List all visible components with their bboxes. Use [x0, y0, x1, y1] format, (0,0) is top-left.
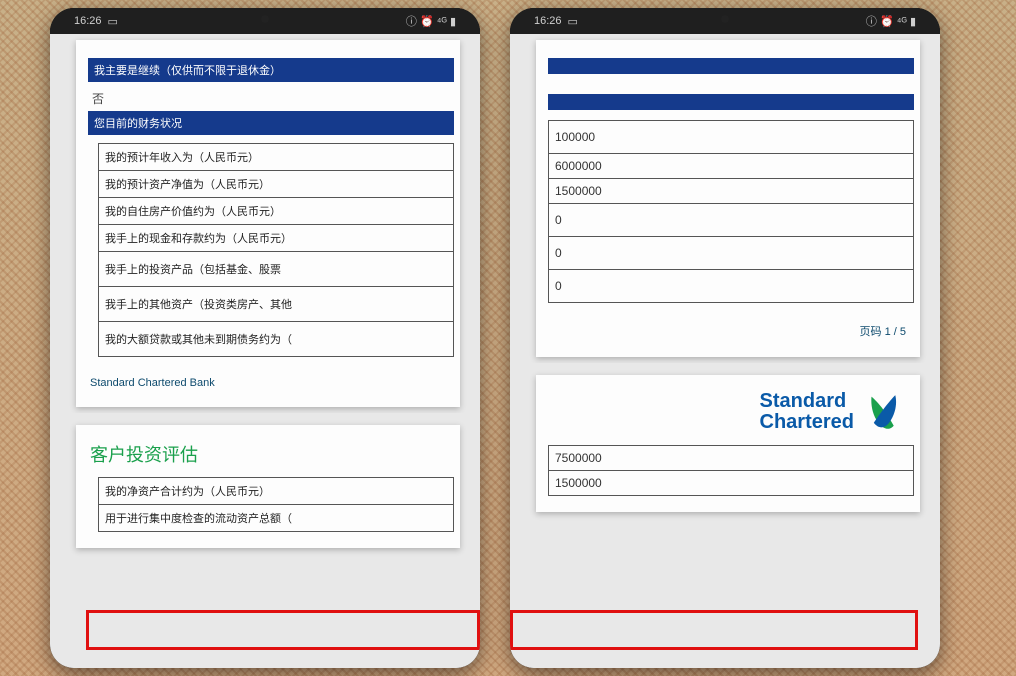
label-row: 我的净资产合计约为（人民币元）	[98, 477, 454, 504]
phone-left: 16:26 ▭ ⓘ ⏰ ⁴ᴳ ▮ 我主要是继续（仅供而不限于退休金） 否 您目前…	[50, 8, 480, 668]
standard-chartered-icon	[860, 389, 906, 435]
status-right-icons: ⓘ ⏰ ⁴ᴳ ▮	[406, 13, 456, 29]
status-right-icons: ⓘ ⏰ ⁴ᴳ ▮	[866, 13, 916, 29]
value-row: 0	[548, 269, 914, 302]
status-time: 16:26	[74, 15, 102, 27]
section-header-1-r	[548, 58, 914, 74]
section-header-1: 我主要是继续（仅供而不限于退休金）	[88, 58, 454, 82]
bottom-labels-table: 我的净资产合计约为（人民币元） 用于进行集中度检查的流动资产总额（	[98, 477, 454, 532]
status-app-icon: ▭	[568, 15, 578, 28]
phone-right: 16:26 ▭ ⓘ ⏰ ⁴ᴳ ▮ 100000 6000000 1500000 …	[510, 8, 940, 668]
brand-logo-block: Standard Chartered	[548, 383, 914, 445]
value-row: 1500000	[548, 470, 914, 495]
doc-page-bottom-r: Standard Chartered 7500000 1500000	[536, 375, 920, 512]
highlight-left	[86, 610, 480, 650]
screen-left: 我主要是继续（仅供而不限于退休金） 否 您目前的财务状况 我的预计年收入为（人民…	[50, 34, 480, 668]
doc-page-bottom: 客户投资评估 我的净资产合计约为（人民币元） 用于进行集中度检查的流动资产总额（	[76, 425, 460, 548]
brand-text: Standard Chartered	[760, 391, 854, 433]
brand-line2: Chartered	[760, 411, 854, 433]
section-header-2: 您目前的财务状况	[88, 111, 454, 135]
screen-right: 100000 6000000 1500000 0 0 0 页码 1 / 5 St…	[510, 34, 940, 668]
values-table: 100000 6000000 1500000 0 0 0	[548, 120, 914, 303]
value-row: 6000000	[548, 153, 914, 178]
value-row: 1500000	[548, 178, 914, 203]
label-row: 我的大额贷款或其他未到期债务约为（	[98, 321, 454, 356]
status-time: 16:26	[534, 15, 562, 27]
camera-dot	[261, 15, 269, 23]
label-row: 我手上的其他资产（投资类房产、其他	[98, 286, 454, 321]
brand-line1: Standard	[760, 390, 847, 412]
label-row: 我的预计资产净值为（人民币元）	[98, 170, 454, 197]
label-row: 我的自住房产价值约为（人民币元）	[98, 197, 454, 224]
highlight-right	[510, 610, 918, 650]
doc-top-muted	[88, 48, 454, 54]
label-row: 用于进行集中度检查的流动资产总额（	[98, 504, 454, 531]
doc-page-top: 我主要是继续（仅供而不限于退休金） 否 您目前的财务状况 我的预计年收入为（人民…	[76, 40, 460, 407]
camera-dot	[721, 15, 729, 23]
section-title-investment: 客户投资评估	[88, 433, 454, 477]
doc-page-top-r: 100000 6000000 1500000 0 0 0 页码 1 / 5	[536, 40, 920, 357]
value-row: 0	[548, 203, 914, 236]
doc-footer-brand: Standard Chartered Bank	[88, 365, 454, 399]
status-app-icon: ▭	[108, 15, 118, 28]
bottom-values-table: 7500000 1500000	[548, 445, 914, 496]
section-header-2-r	[548, 94, 914, 110]
value-row: 0	[548, 236, 914, 269]
trail-char: 否	[88, 90, 454, 107]
doc-footer-page: 页码 1 / 5	[548, 311, 914, 349]
financial-labels-table: 我的预计年收入为（人民币元） 我的预计资产净值为（人民币元） 我的自住房产价值约…	[98, 143, 454, 357]
value-row: 7500000	[548, 445, 914, 470]
label-row: 我手上的投资产品（包括基金、股票	[98, 251, 454, 286]
page-gap	[510, 363, 940, 369]
page-gap	[50, 413, 480, 419]
value-row: 100000	[548, 120, 914, 153]
label-row: 我手上的现金和存款约为（人民币元）	[98, 224, 454, 251]
label-row: 我的预计年收入为（人民币元）	[98, 143, 454, 170]
